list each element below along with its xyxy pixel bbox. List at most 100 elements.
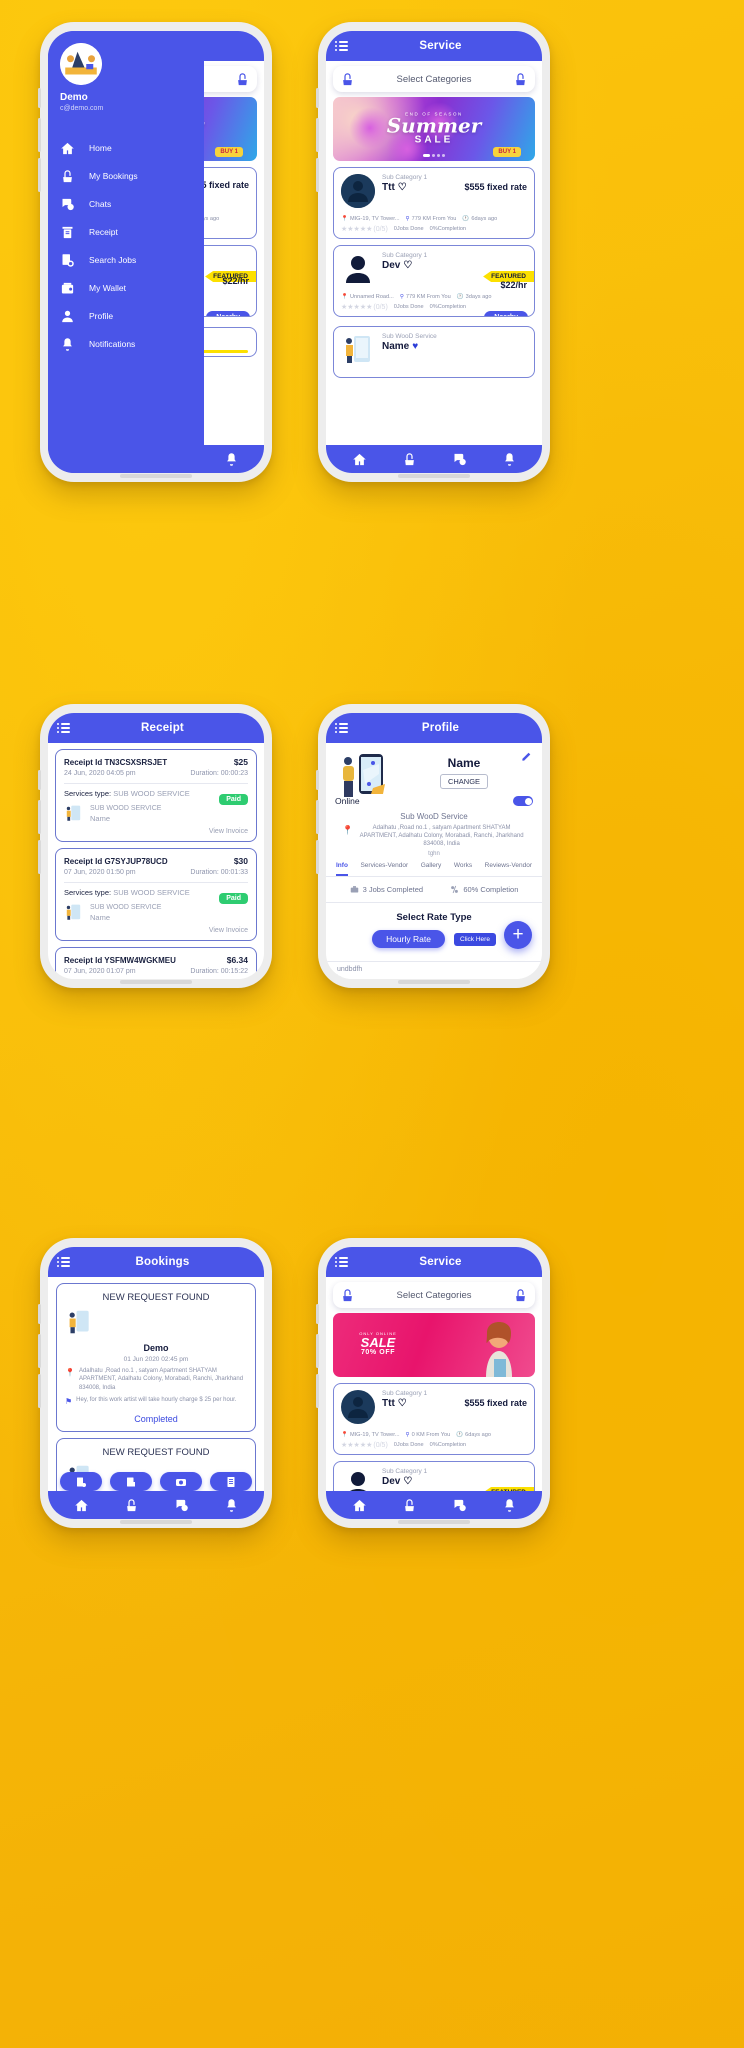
- sidebar-item-my-bookings[interactable]: My Bookings: [60, 162, 204, 190]
- sidebar-item-home[interactable]: Home: [60, 134, 204, 162]
- change-button[interactable]: CHANGE: [439, 774, 489, 789]
- online-toggle[interactable]: [513, 796, 533, 806]
- banner-buy-button[interactable]: BUY 1: [493, 147, 521, 157]
- rating-value: (0/5): [373, 225, 388, 233]
- view-invoice-link[interactable]: View Invoice: [64, 927, 248, 934]
- bell-icon: [63, 337, 72, 351]
- booking-date: 01 Jun 2020 02:45 pm: [123, 1356, 189, 1363]
- tab-info[interactable]: Info: [336, 862, 348, 877]
- favorite-icon[interactable]: ♡: [403, 1476, 412, 1487]
- carousel-dots[interactable]: [423, 154, 445, 157]
- service-card[interactable]: $555 fixed rate Sub Category 1 Ttt♡ 📍MIG…: [333, 167, 535, 239]
- chat-bubbles-icon[interactable]: [174, 1498, 189, 1513]
- phone-button-voldown: [316, 840, 319, 874]
- sidebar-item-label: Search Jobs: [89, 255, 137, 265]
- list-button[interactable]: [210, 1472, 252, 1491]
- location: Unnamed Road...: [349, 294, 394, 300]
- phone-service-2: Service Select Categories ONLY ONLINE SA…: [316, 1238, 550, 1528]
- bell-icon[interactable]: [502, 1498, 517, 1513]
- home-icon[interactable]: [74, 1498, 89, 1513]
- menu-icon[interactable]: [335, 40, 348, 52]
- sidebar-item-search-jobs[interactable]: Search Jobs: [60, 246, 204, 274]
- view-invoice-link[interactable]: View Invoice: [64, 828, 248, 835]
- camera-button[interactable]: [160, 1472, 202, 1491]
- location-pin-icon: 📍: [341, 1432, 348, 1438]
- bell-icon[interactable]: [224, 452, 239, 467]
- favorite-icon[interactable]: ♥: [412, 341, 418, 352]
- new-request-button[interactable]: [60, 1472, 102, 1491]
- home-icon[interactable]: [352, 452, 367, 467]
- favorite-icon[interactable]: ♡: [403, 260, 412, 271]
- jobs-icon: [350, 886, 358, 893]
- tab-works[interactable]: Works: [454, 862, 472, 876]
- select-categories-bar[interactable]: Select Categories: [333, 66, 535, 92]
- promo-banner[interactable]: ONLY ONLINE SALE 70% OFF: [333, 1313, 535, 1377]
- home-icon[interactable]: [352, 1498, 367, 1513]
- bell-icon[interactable]: [502, 452, 517, 467]
- booking-hand-icon[interactable]: [402, 1498, 417, 1513]
- receipt-card[interactable]: Paid Receipt Id TN3CSXSRSJET $25 24 Jun, …: [55, 749, 257, 842]
- hourly-rate-button[interactable]: Hourly Rate: [372, 930, 445, 949]
- menu-icon[interactable]: [335, 1256, 348, 1268]
- menu-icon[interactable]: [57, 1256, 70, 1268]
- promo-banner[interactable]: END OF SEASON Summer SALE BUY 1: [333, 97, 535, 161]
- screen-service: Service Select Categories END OF SEASON …: [326, 31, 542, 473]
- select-rate-type-title: Select Rate Type: [396, 912, 472, 924]
- avatar[interactable]: [60, 43, 102, 85]
- sidebar-item-receipt[interactable]: Receipt: [60, 218, 204, 246]
- appbar-service: Service: [326, 31, 542, 61]
- banner-buy-button[interactable]: BUY 1: [215, 147, 243, 157]
- click-here-button[interactable]: Click Here: [453, 932, 496, 946]
- avatar: [341, 174, 375, 208]
- service-card[interactable]: Sub WooD Service Name ♥: [333, 326, 535, 378]
- menu-icon[interactable]: [335, 722, 348, 734]
- service-price: $22/hr: [222, 276, 249, 286]
- service-illustration: [346, 336, 370, 363]
- receipt-date: 24 Jun, 2020 04:05 pm: [64, 770, 136, 777]
- distance: 779 KM From You: [405, 294, 451, 300]
- sidebar-item-label: Notifications: [89, 339, 136, 349]
- banner-text: ONLY ONLINE SALE 70% OFF: [359, 1331, 397, 1357]
- sidebar-item-notifications[interactable]: Notifications: [60, 330, 204, 358]
- inprogress-icon: [127, 1477, 135, 1486]
- service-card[interactable]: FEATURED $22/hr Sub Category 1 Dev♡ 📍Unn…: [333, 245, 535, 317]
- person-icon: [341, 1390, 375, 1424]
- phone-bookings: Bookings NEW REQUEST FOUND Demo 01 Jun 2…: [38, 1238, 272, 1528]
- jobs-completed: 3 Jobs Completed: [362, 885, 424, 895]
- tab-gallery[interactable]: Gallery: [421, 862, 442, 876]
- sidebar-item-chats[interactable]: Chats: [60, 190, 204, 218]
- person-icon: [62, 310, 73, 322]
- sidebar-item-label: My Bookings: [89, 171, 138, 181]
- service-card[interactable]: $555 fixed rate Sub Category 1 Ttt♡ 📍MIG…: [333, 1383, 535, 1455]
- sidebar-item-my-wallet[interactable]: My Wallet: [60, 274, 204, 302]
- model-illustration: [486, 1322, 512, 1377]
- edit-pencil-icon[interactable]: [521, 751, 532, 762]
- appbar-profile: Profile: [326, 713, 542, 743]
- profile-sub-service: Sub WooD Service: [400, 812, 468, 821]
- tab-reviews-vendor[interactable]: Reviews-Vendor: [485, 862, 532, 876]
- tab-services-vendor[interactable]: Services-Vendor: [360, 862, 408, 876]
- navigation-drawer: Demo c@demo.com Home My Bookings Chats R: [48, 31, 204, 473]
- sub-category: Sub Category 1: [382, 174, 428, 181]
- chat-bubbles-icon: [62, 198, 74, 210]
- status-badge: Paid: [219, 794, 248, 805]
- select-categories-bar[interactable]: Select Categories: [333, 1282, 535, 1308]
- inprogress-button[interactable]: [110, 1472, 152, 1491]
- chat-bubbles-icon[interactable]: [452, 1498, 467, 1513]
- location: MIG-19, TV Tower...: [349, 216, 400, 222]
- favorite-icon[interactable]: ♡: [398, 182, 407, 193]
- receipt-amount: $30: [233, 856, 248, 866]
- booking-card[interactable]: NEW REQUEST FOUND Demo 01 Jun 2020 02:45…: [56, 1283, 256, 1433]
- phone-button-volup: [316, 118, 319, 152]
- booking-hand-icon[interactable]: [402, 452, 417, 467]
- add-button[interactable]: +: [504, 921, 532, 949]
- sidebar-item-profile[interactable]: Profile: [60, 302, 204, 330]
- menu-icon[interactable]: [57, 722, 70, 734]
- chat-bubbles-icon[interactable]: [452, 452, 467, 467]
- receipt-card[interactable]: Paid Receipt Id G7SYJUP78UCD $30 07 Jun, …: [55, 848, 257, 941]
- bell-icon[interactable]: [224, 1498, 239, 1513]
- booking-hand-icon[interactable]: [124, 1498, 139, 1513]
- favorite-icon[interactable]: ♡: [398, 1398, 407, 1409]
- booking-hand-icon: [516, 1288, 525, 1301]
- receipt-card[interactable]: Unpaid Receipt Id YSFMW4WGKMEU$6.34 07 J…: [55, 947, 257, 979]
